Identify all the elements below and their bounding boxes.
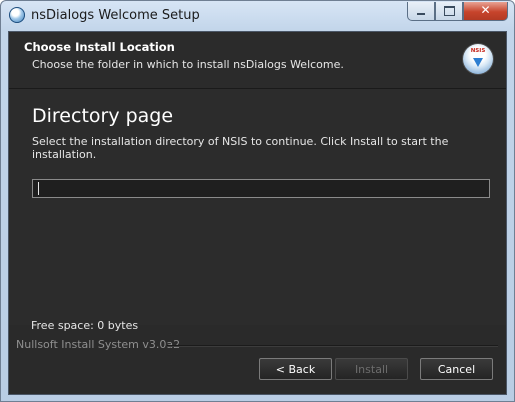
maximize-button[interactable] <box>435 2 463 21</box>
header-title: Choose Install Location <box>24 40 175 54</box>
page-description: Select the installation directory of NSI… <box>32 135 449 161</box>
page-title: Directory page <box>32 105 174 127</box>
nsis-installer-icon: NSIS <box>463 44 493 74</box>
text-caret <box>38 182 39 195</box>
free-space-label: Free space: 0 bytes <box>31 319 139 332</box>
cancel-button[interactable]: Cancel <box>420 358 493 380</box>
install-directory-input[interactable] <box>32 179 490 198</box>
minimize-button[interactable] <box>407 2 435 21</box>
window-title: nsDialogs Welcome Setup <box>31 8 200 23</box>
branding-text: Nullsoft Install System v3.0a2 <box>16 338 181 351</box>
setup-app-icon[interactable] <box>9 7 25 23</box>
close-button[interactable]: ✕ <box>463 2 508 21</box>
installer-window: nsDialogs Welcome Setup ✕ Choose Install… <box>0 0 515 402</box>
header-subtitle: Choose the folder in which to install ns… <box>32 58 344 71</box>
close-icon: ✕ <box>480 3 491 17</box>
directory-page: Directory page Select the installation d… <box>9 89 506 325</box>
installer-client-area: Choose Install Location Choose the folde… <box>8 31 507 395</box>
install-button[interactable]: Install <box>335 358 408 380</box>
title-bar[interactable]: nsDialogs Welcome Setup ✕ <box>1 1 514 31</box>
caption-buttons: ✕ <box>407 2 508 21</box>
back-button[interactable]: < Back <box>259 358 332 380</box>
page-header: Choose Install Location Choose the folde… <box>9 32 506 89</box>
download-arrow-icon <box>473 58 483 67</box>
branding-divider <box>167 345 498 347</box>
nsis-icon-label: NSIS <box>470 48 486 54</box>
